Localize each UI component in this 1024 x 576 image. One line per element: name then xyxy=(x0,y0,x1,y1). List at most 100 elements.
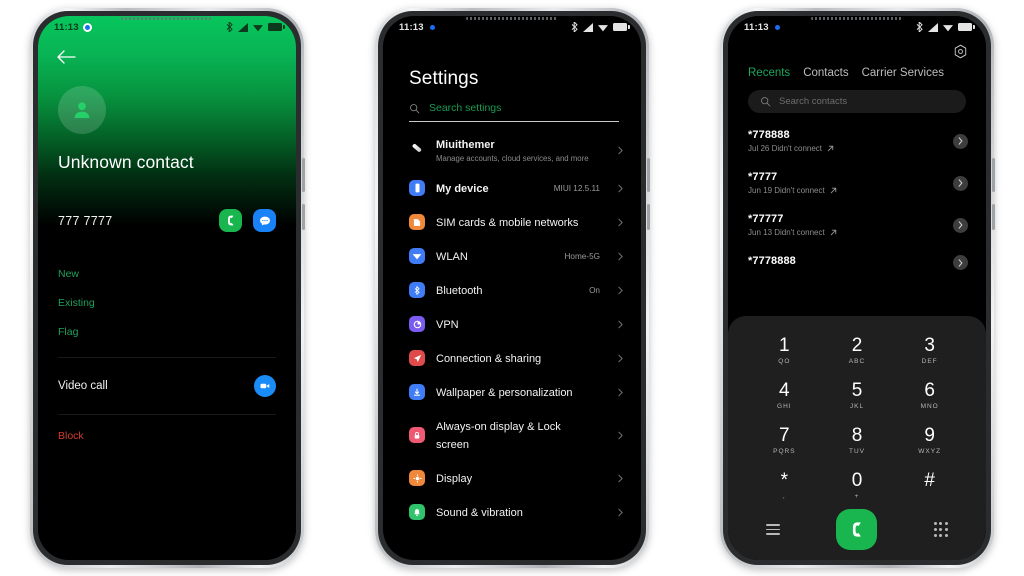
dialpad-key-9[interactable]: 9 WXYZ xyxy=(893,420,966,463)
settings-row-label: SIM cards & mobile networks xyxy=(436,217,579,230)
dialpad-keys: 1 QO 2 ABC 3 DEF 4 GHI 5 JKL 6 MNO 7 PQRS 8 TUV … xyxy=(748,330,966,507)
vpn-icon xyxy=(409,316,425,333)
call-details-button[interactable] xyxy=(953,217,968,233)
chevron-right-icon xyxy=(618,252,623,261)
battery-icon xyxy=(613,23,630,31)
search-contacts-field[interactable]: Search contacts xyxy=(748,90,966,113)
back-button[interactable] xyxy=(38,38,296,64)
battery-icon xyxy=(268,23,285,31)
video-call-row[interactable]: Video call xyxy=(38,358,296,414)
message-bubble-icon xyxy=(259,216,270,225)
call-details-button[interactable] xyxy=(953,175,968,191)
sim-card-icon xyxy=(409,214,425,231)
dial-call-button[interactable] xyxy=(836,509,878,550)
call-log-row[interactable]: *7777 Jun 19 Didn't connect xyxy=(728,162,986,204)
phone1-screen: 11:13 Unknown contact 777 7777 New Exist… xyxy=(38,16,296,560)
settings-row-label: VPN xyxy=(436,319,459,332)
bluetooth-icon xyxy=(916,22,923,32)
call-details-button[interactable] xyxy=(953,255,968,270)
dialpad-key-3[interactable]: 3 DEF xyxy=(893,330,966,373)
dialpad-key-1[interactable]: 1 QO xyxy=(748,330,821,373)
dialpad-key-8[interactable]: 8 TUV xyxy=(821,420,894,463)
settings-row-value: Home-5G xyxy=(564,251,601,261)
side-button-volume[interactable] xyxy=(992,158,995,192)
page-title: Unknown contact xyxy=(58,152,194,172)
wifi-icon xyxy=(253,24,263,31)
phone-number: 777 7777 xyxy=(58,213,113,228)
signal-icon xyxy=(928,22,938,32)
dialpad-key-7[interactable]: 7 PQRS xyxy=(748,420,821,463)
key-digit: 8 xyxy=(851,424,863,446)
side-button-volume[interactable] xyxy=(647,158,650,192)
message-button[interactable] xyxy=(253,209,276,232)
sound-icon xyxy=(409,504,425,521)
settings-row-connection-sharing[interactable]: Connection & sharing xyxy=(383,341,641,375)
settings-row-label: Bluetooth xyxy=(436,285,483,298)
outgoing-call-icon xyxy=(830,187,836,194)
dialer-settings-button[interactable] xyxy=(728,38,986,59)
settings-row-sound-vibration[interactable]: Sound & vibration xyxy=(383,495,641,529)
search-placeholder: Search contacts xyxy=(779,96,848,107)
settings-row-wallpaper[interactable]: Wallpaper & personalization xyxy=(383,375,641,409)
side-button-power[interactable] xyxy=(647,204,650,230)
device-icon xyxy=(409,180,425,197)
dialpad-key-hash[interactable]: # xyxy=(893,464,966,507)
settings-row-sublabel: Manage accounts, cloud services, and mor… xyxy=(436,154,589,164)
settings-row-mi-account[interactable]: Miuithemer Manage accounts, cloud servic… xyxy=(383,130,641,171)
settings-row-vpn[interactable]: VPN xyxy=(383,307,641,341)
settings-row-always-on-display[interactable]: Always-on display & Lock screen xyxy=(383,409,641,461)
tab-contacts[interactable]: Contacts xyxy=(803,67,848,79)
call-button[interactable] xyxy=(219,209,242,232)
link-existing[interactable]: Existing xyxy=(58,289,276,318)
key-digit: 1 xyxy=(779,335,790,357)
settings-row-value: On xyxy=(589,285,600,295)
status-time: 11:13 xyxy=(54,21,79,33)
dialpad-key-0[interactable]: 0 + xyxy=(821,464,894,507)
dialpad-key-2[interactable]: 2 ABC xyxy=(821,330,894,373)
video-call-button[interactable] xyxy=(254,375,276,397)
key-digit: 5 xyxy=(851,380,863,402)
settings-row-bluetooth[interactable]: Bluetooth On xyxy=(383,273,641,307)
side-button-power[interactable] xyxy=(302,204,305,230)
settings-row-wlan[interactable]: WLAN Home-5G xyxy=(383,239,641,273)
link-flag[interactable]: Flag xyxy=(58,318,276,347)
call-log-row[interactable]: *77777 Jun 13 Didn't connect xyxy=(728,204,986,246)
signal-icon xyxy=(583,22,593,32)
key-letters: MNO xyxy=(920,403,939,411)
call-details-button[interactable] xyxy=(953,133,968,149)
call-log-row[interactable]: *778888 Jul 26 Didn't connect xyxy=(728,120,986,162)
search-settings-field[interactable]: Search settings xyxy=(409,102,619,122)
earpiece-grille xyxy=(811,17,903,20)
side-button-volume[interactable] xyxy=(302,158,305,192)
tab-recents[interactable]: Recents xyxy=(748,67,790,79)
phone3-screen: 11:13 Recents Contacts Carrier Services … xyxy=(728,16,986,560)
tab-carrier-services[interactable]: Carrier Services xyxy=(862,67,944,79)
dialpad-key-6[interactable]: 6 MNO xyxy=(893,375,966,418)
link-new[interactable]: New xyxy=(58,260,276,289)
notification-dot-icon xyxy=(82,22,92,32)
dialpad-key-star[interactable]: *, xyxy=(748,464,821,507)
search-placeholder: Search settings xyxy=(429,102,502,114)
status-time: 11:13 xyxy=(744,21,769,33)
key-letters: TUV xyxy=(848,447,865,455)
settings-row-display[interactable]: Display xyxy=(383,461,641,495)
call-number: *7778888 xyxy=(748,255,796,267)
phone-contact-screen: 11:13 Unknown contact 777 7777 New Exist… xyxy=(30,8,305,568)
status-time: 11:13 xyxy=(399,21,424,33)
phone-number-row: 777 7777 xyxy=(38,209,296,232)
settings-row-sim-cards[interactable]: SIM cards & mobile networks xyxy=(383,205,641,239)
block-link[interactable]: Block xyxy=(38,415,296,442)
search-icon xyxy=(761,97,771,107)
settings-row-label: Connection & sharing xyxy=(436,353,542,366)
side-button-power[interactable] xyxy=(992,204,995,230)
signal-icon xyxy=(238,22,248,32)
dialpad-key-4[interactable]: 4 GHI xyxy=(748,375,821,418)
dialer-page: 11:13 Recents Contacts Carrier Services … xyxy=(728,16,986,560)
call-log-row[interactable]: *7778888 xyxy=(728,246,986,279)
dialpad-key-5[interactable]: 5 JKL xyxy=(821,375,894,418)
key-digit: 4 xyxy=(779,380,790,402)
hamburger-menu-icon[interactable] xyxy=(766,524,780,535)
settings-row-my-device[interactable]: My device MIUI 12.5.11 xyxy=(383,171,641,205)
keypad-grid-icon[interactable] xyxy=(933,522,948,537)
wallpaper-icon xyxy=(409,384,425,401)
